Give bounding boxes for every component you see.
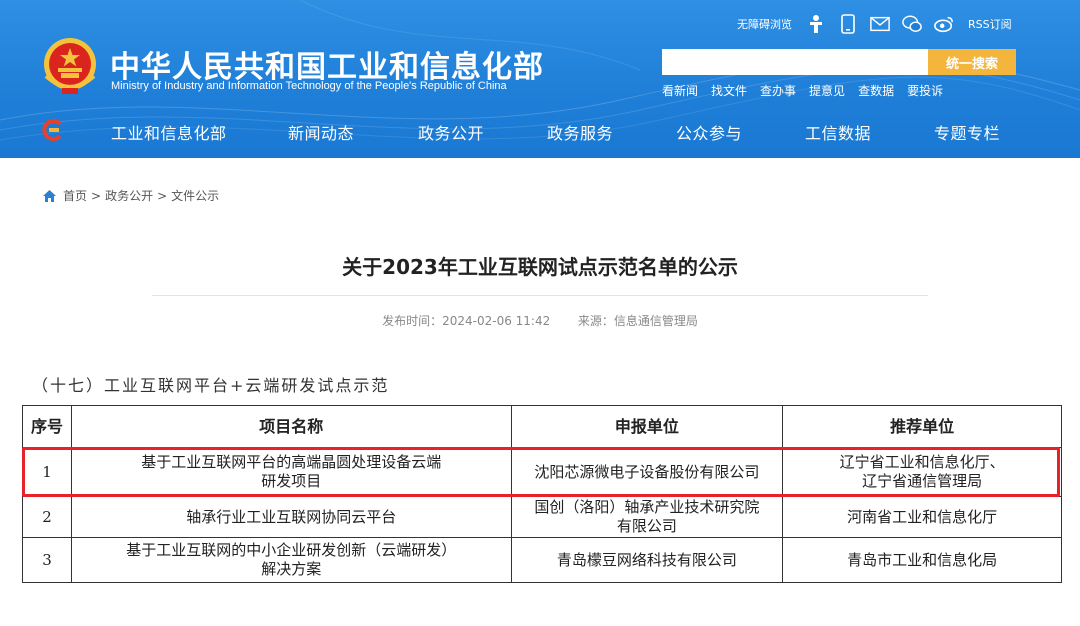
site-subtitle: Ministry of Industry and Information Tec… [111, 80, 507, 92]
quick-links: 看新闻 找文件 查办事 提意见 查数据 要投诉 [662, 82, 956, 99]
nav-item-ministry[interactable]: 工业和信息化部 [111, 120, 227, 144]
header-applicant: 申报单位 [510, 405, 784, 448]
cell-applicant: 国创（洛阳）轴承产业技术研究院 有限公司 [510, 496, 784, 538]
cell-text-line: 青岛檬豆网络科技有限公司 [556, 550, 737, 569]
nav-item-news[interactable]: 新闻动态 [288, 120, 354, 144]
breadcrumb: 首页 > 政务公开 > 文件公示 [42, 187, 219, 204]
cell-text-line: 轴承行业工业互联网协同云平台 [186, 507, 397, 526]
breadcrumb-separator: > [157, 188, 168, 203]
section-heading: （十七）工业互联网平台+云端研发试点示范 [32, 376, 390, 395]
cell-text-line: 解决方案 [261, 560, 322, 578]
cell-no: 3 [22, 537, 72, 583]
cell-project-name: 基于工业互联网的中小企业研发创新（云端研发） 解决方案 [70, 537, 512, 583]
breadcrumb-gov-affairs[interactable]: 政务公开 [105, 187, 153, 204]
cell-text-line: 青岛市工业和信息化局 [847, 550, 998, 569]
nav-item-services[interactable]: 政务服务 [547, 120, 613, 144]
cell-no: 1 [22, 447, 72, 497]
cell-applicant: 青岛檬豆网络科技有限公司 [510, 537, 784, 583]
cell-text-line: 国创（洛阳）轴承产业技术研究院 [534, 498, 760, 516]
nav-item-gov-affairs[interactable]: 政务公开 [418, 120, 484, 144]
title-divider [152, 295, 928, 296]
cell-project-name: 基于工业互联网平台的高端晶圆处理设备云端 研发项目 [70, 447, 512, 497]
top-links: 无障碍浏览 RSS订阅 [737, 12, 1012, 36]
site-header: 中华人民共和国工业和信息化部 Ministry of Industry and … [0, 0, 1080, 158]
cell-text-line: 河南省工业和信息化厅 [847, 507, 998, 526]
cell-text-line: 研发项目 [261, 472, 322, 490]
mobile-icon[interactable] [838, 14, 858, 34]
rss-link[interactable]: RSS订阅 [968, 16, 1012, 32]
header-recommender: 推荐单位 [782, 405, 1062, 448]
quick-link-services[interactable]: 查办事 [760, 82, 796, 99]
article-title: 关于2023年工业互联网试点示范名单的公示 [342, 255, 738, 279]
cell-no: 2 [22, 496, 72, 538]
quick-link-complaint[interactable]: 要投诉 [907, 82, 943, 99]
home-icon [43, 189, 56, 202]
quick-link-news[interactable]: 看新闻 [662, 82, 698, 99]
search-button[interactable]: 统一搜索 [928, 49, 1016, 75]
cell-applicant: 沈阳芯源微电子设备股份有限公司 [510, 447, 784, 497]
weibo-icon[interactable] [934, 14, 954, 34]
cell-text-line: 基于工业互联网的中小企业研发创新（云端研发） [126, 541, 457, 559]
cell-recommender: 青岛市工业和信息化局 [782, 537, 1062, 583]
emblem-icon[interactable] [40, 36, 100, 98]
nav-item-topics[interactable]: 专题专栏 [934, 120, 1000, 144]
table-row: 1 基于工业互联网平台的高端晶圆处理设备云端 研发项目 沈阳芯源微电子设备股份有… [22, 447, 1062, 497]
breadcrumb-file-notice[interactable]: 文件公示 [171, 187, 219, 204]
cell-text-line: 有限公司 [616, 517, 677, 535]
table-header-row: 序号 项目名称 申报单位 推荐单位 [22, 405, 1062, 448]
quick-link-feedback[interactable]: 提意见 [809, 82, 845, 99]
breadcrumb-separator: > [91, 188, 102, 203]
cell-text-line: 辽宁省通信管理局 [862, 472, 983, 490]
cell-text-line: 辽宁省工业和信息化厅、 [839, 453, 1005, 471]
quick-link-files[interactable]: 找文件 [711, 82, 747, 99]
wechat-icon[interactable] [902, 14, 922, 34]
table-row: 3 基于工业互联网的中小企业研发创新（云端研发） 解决方案 青岛檬豆网络科技有限… [22, 537, 1062, 583]
nav-item-data[interactable]: 工信数据 [805, 120, 871, 144]
table-row: 2 轴承行业工业互联网协同云平台 国创（洛阳）轴承产业技术研究院 有限公司 河南… [22, 496, 1062, 538]
search-input[interactable] [662, 49, 928, 75]
accessibility-link[interactable]: 无障碍浏览 [737, 16, 792, 32]
cell-recommender: 辽宁省工业和信息化厅、 辽宁省通信管理局 [782, 447, 1062, 497]
cell-text-line: 沈阳芯源微电子设备股份有限公司 [534, 462, 760, 481]
quick-link-data[interactable]: 查数据 [858, 82, 894, 99]
header-no: 序号 [22, 405, 72, 448]
mail-icon[interactable] [870, 14, 890, 34]
breadcrumb-home[interactable]: 首页 [63, 187, 87, 204]
cell-text-line: 基于工业互联网平台的高端晶圆处理设备云端 [141, 453, 442, 471]
publish-time: 发布时间：2024-02-06 11:42 [382, 314, 551, 328]
article-meta: 发布时间：2024-02-06 11:42 来源：信息通信管理局 [0, 312, 1080, 329]
cell-recommender: 河南省工业和信息化厅 [782, 496, 1062, 538]
cell-project-name: 轴承行业工业互联网协同云平台 [70, 496, 512, 538]
header-project-name: 项目名称 [70, 405, 512, 448]
nav-item-participation[interactable]: 公众参与 [676, 120, 742, 144]
article-source: 来源：信息通信管理局 [577, 314, 698, 328]
nav-logo-icon[interactable] [40, 119, 64, 141]
accessibility-icon[interactable] [806, 14, 826, 34]
main-nav: 工业和信息化部 新闻动态 政务公开 政务服务 公众参与 工信数据 专题专栏 [0, 110, 1080, 150]
pilot-table: 序号 项目名称 申报单位 推荐单位 1 基于工业互联网平台的高端晶圆处理设备云端… [22, 405, 1062, 583]
